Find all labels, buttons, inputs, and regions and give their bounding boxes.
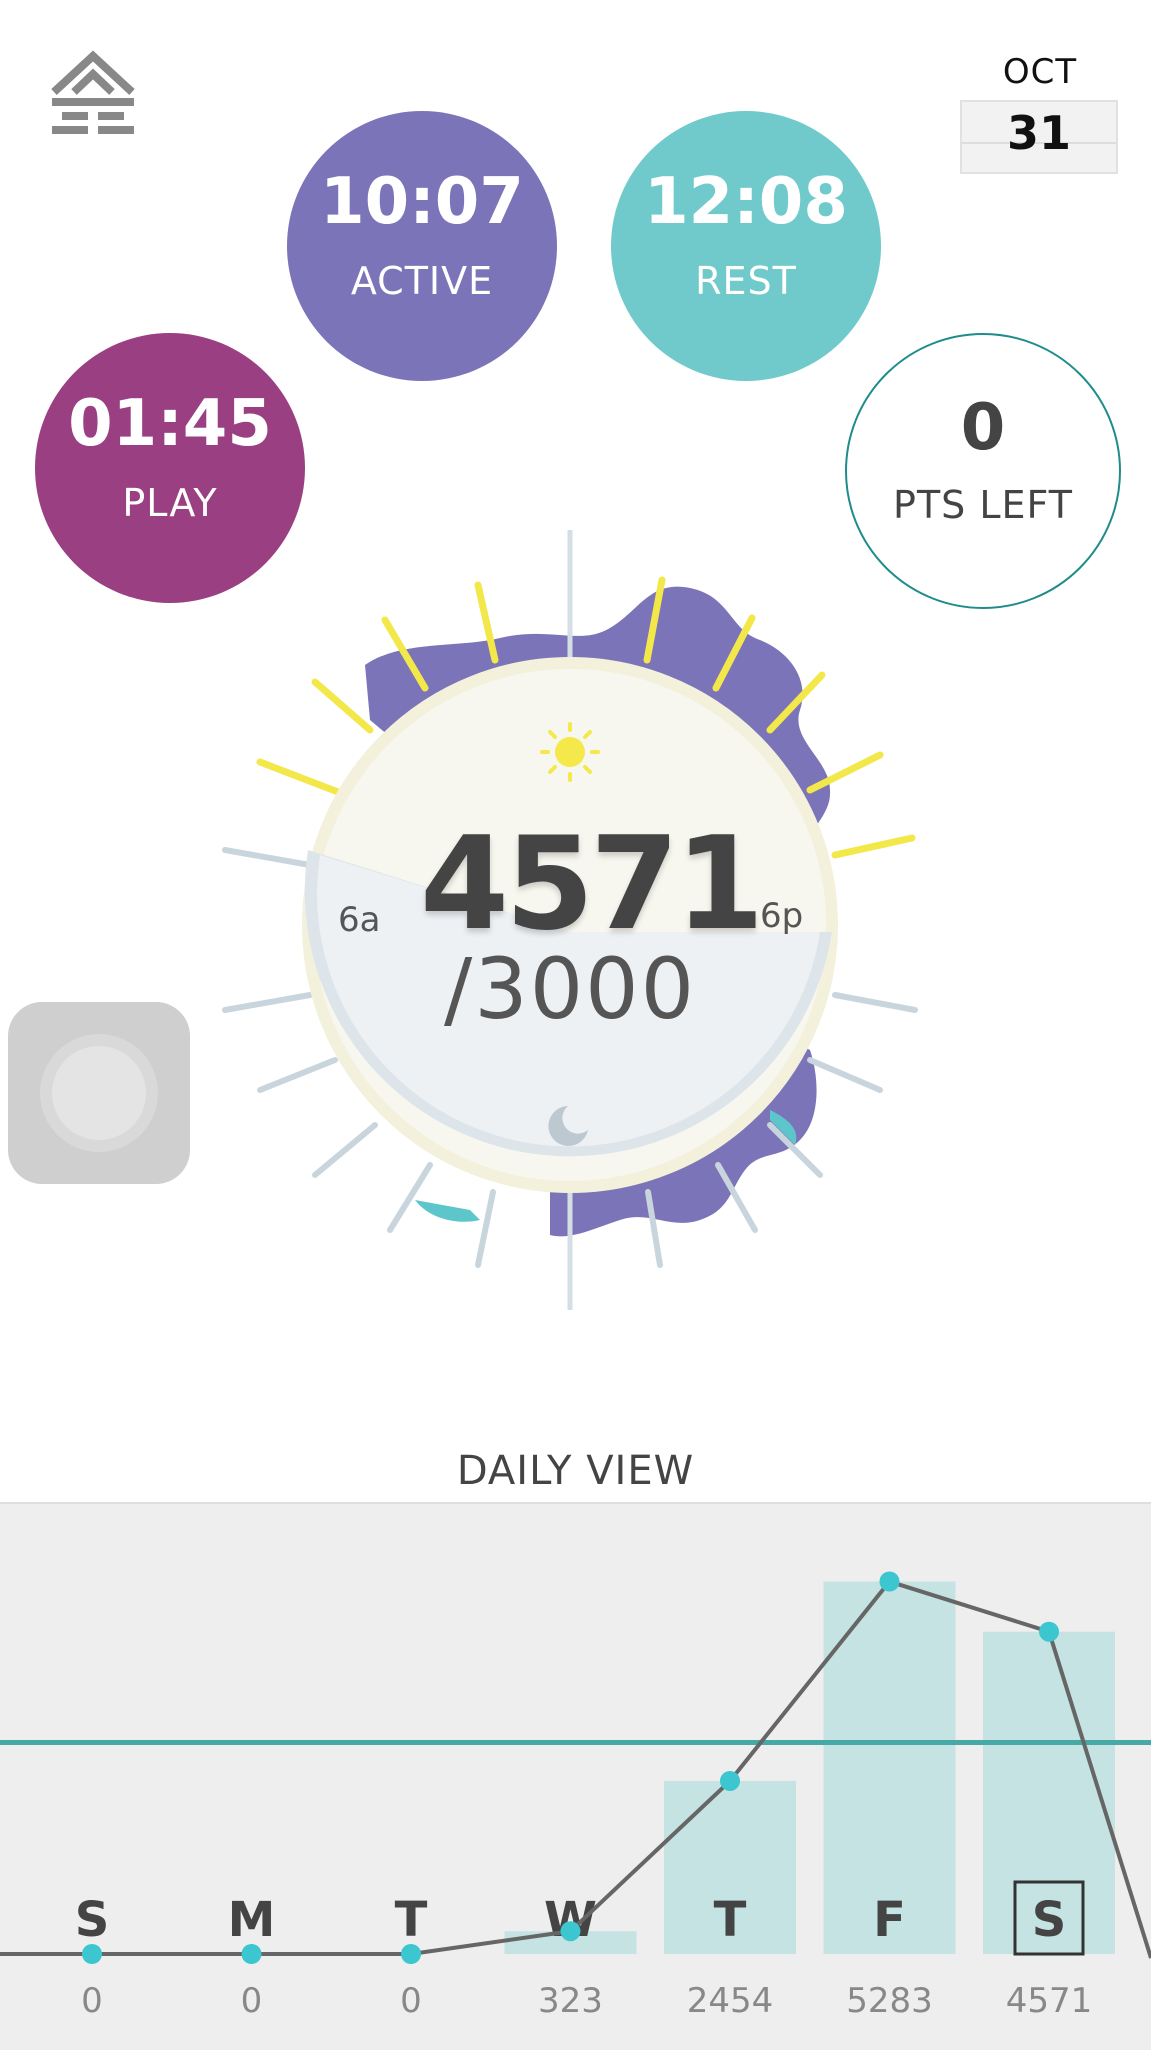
daily-view-title: DAILY VIEW <box>456 1448 695 1494</box>
date-badge[interactable]: 31 <box>960 100 1118 174</box>
rest-time-bubble[interactable]: 12:08 REST <box>611 111 881 381</box>
chart-day-label: M <box>228 1892 276 1948</box>
chart-point <box>1039 1621 1059 1642</box>
chart-point <box>720 1770 740 1791</box>
chart-value-label: 5283 <box>846 1981 933 2021</box>
chart-value-label: 323 <box>538 1981 603 2021</box>
chart-value-label: 0 <box>241 1981 263 2021</box>
chart-day-label: S <box>75 1892 110 1948</box>
rest-time-label: REST <box>695 259 797 303</box>
date-day: 31 <box>1006 106 1071 160</box>
active-time-value: 10:07 <box>320 165 524 239</box>
assistive-touch-button[interactable] <box>8 1002 190 1184</box>
dial-label-6am: 6a <box>338 900 381 940</box>
chart-point <box>401 1944 421 1964</box>
points-left-value: 0 <box>960 391 1006 465</box>
play-time-value: 01:45 <box>68 387 272 461</box>
chart-point <box>879 1571 900 1592</box>
chart-value-label: 0 <box>81 1981 103 2021</box>
chart-day-label: T <box>395 1892 428 1948</box>
step-score: 4571 <box>420 810 764 959</box>
active-time-bubble[interactable]: 10:07 ACTIVE <box>287 111 557 381</box>
chart-value-label: 0 <box>400 1981 422 2021</box>
chart-day-label: S <box>1032 1892 1067 1948</box>
play-time-label: PLAY <box>122 481 218 525</box>
chart-value-label: 2454 <box>687 1981 774 2021</box>
active-time-label: ACTIVE <box>350 259 494 303</box>
home-app-logo-icon[interactable] <box>48 50 138 135</box>
chart-point <box>241 1944 262 1964</box>
step-goal: /3000 <box>443 940 697 1038</box>
dial-label-6pm: 6p <box>760 896 804 936</box>
chart-day-label: T <box>714 1892 747 1948</box>
rest-time-value: 12:08 <box>644 165 848 239</box>
assistive-touch-icon-core <box>52 1046 146 1140</box>
chart-point <box>82 1944 102 1964</box>
date-month: OCT <box>1002 52 1078 92</box>
chart-point <box>560 1921 581 1942</box>
daily-view-chart[interactable]: S M T W T F S 0 0 0 323 2454 5283 4571 <box>0 1502 1151 2050</box>
chart-day-label: F <box>873 1892 906 1948</box>
chart-value-label: 4571 <box>1006 1981 1093 2021</box>
